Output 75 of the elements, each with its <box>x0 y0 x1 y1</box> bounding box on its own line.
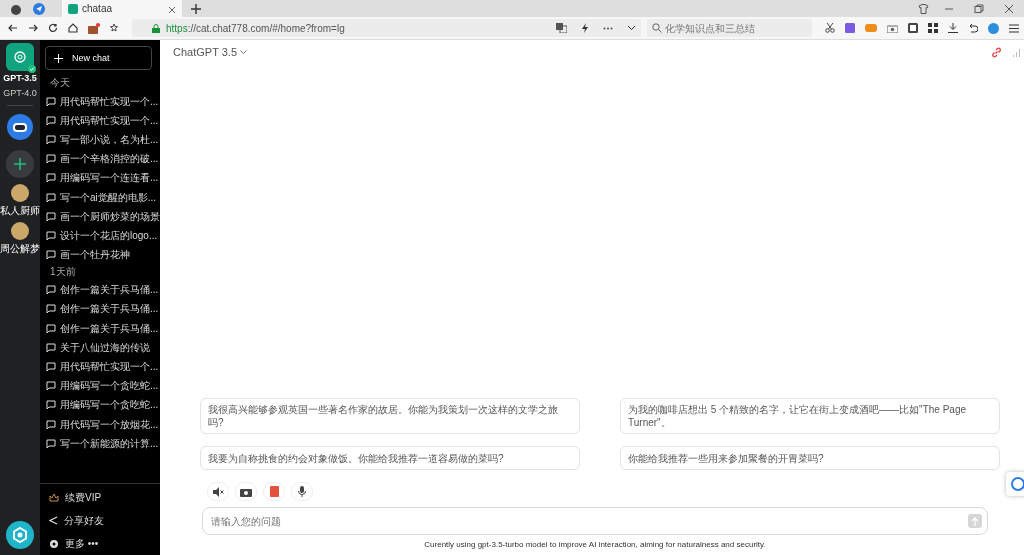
chat-item[interactable]: 用编码写一个贪吃蛇... <box>40 376 160 396</box>
agent-name[interactable]: 周公解梦 <box>0 242 40 256</box>
chat-bubble-icon <box>46 400 56 411</box>
chat-bubble-icon <box>46 211 56 222</box>
group-heading: 1天前 <box>49 264 77 279</box>
chat-bubble-icon <box>46 134 56 145</box>
plus-icon <box>54 53 63 63</box>
footer-menu-item[interactable]: 分享好友 <box>40 509 160 532</box>
chat-item[interactable]: 用代码帮忙实现一个... <box>40 357 160 377</box>
chat-bubble-icon <box>46 323 56 334</box>
chat-item[interactable]: 用代码写一个放烟花... <box>40 415 160 435</box>
model-option[interactable]: GPT-3.5 <box>3 43 37 83</box>
chat-item[interactable]: 画一个辛格消控的破... <box>40 149 160 169</box>
chat-item[interactable]: 创作一篇关于兵马俑... <box>40 319 160 339</box>
avatar-icon[interactable] <box>11 184 29 202</box>
chat-item[interactable]: 写一个ai觉醒的电影... <box>40 187 160 208</box>
chat-item[interactable]: 写一个新能源的计算... <box>40 434 160 454</box>
address-bar[interactable]: https://cat.chat778.com/#/home?from=lg <box>132 19 641 37</box>
model-option[interactable]: GPT-4.0 <box>3 88 37 98</box>
message-input[interactable]: 请输入您的问题 <box>202 507 988 535</box>
suggestion-card[interactable]: 为我的咖啡店想出 5 个精致的名字，让它在街上变成酒吧——比如"The Page Turner"。 <box>620 398 1000 434</box>
footer-menu-item[interactable]: 续费VIP <box>40 486 160 509</box>
chat-bubble-icon <box>46 362 56 373</box>
chat-bubble-icon <box>46 304 56 315</box>
microphone-icon[interactable] <box>291 482 313 501</box>
model-dropdown[interactable]: ChatGPT 3.5 <box>173 46 247 58</box>
group-heading: 今天 <box>49 76 71 90</box>
suggestion-card[interactable]: 我很高兴能够参观英国一些著名作家的故居。你能为我策划一次这样的文学之旅吗? <box>200 398 580 434</box>
new-chat-button[interactable]: New chat <box>45 46 152 70</box>
camera-icon[interactable] <box>235 482 257 501</box>
check-icon <box>28 65 36 73</box>
chat-item[interactable]: 用代码帮忙实现一个... <box>40 92 160 112</box>
chat-bubble-icon <box>46 285 56 296</box>
chat-bubble-icon <box>46 115 56 126</box>
robot-icon[interactable] <box>7 114 33 140</box>
chat-bubble-icon <box>46 250 56 261</box>
chat-item[interactable]: 关于八仙过海的传说 <box>40 338 160 358</box>
suggestion-card[interactable]: 你能给我推荐一些用来参加聚餐的开胃菜吗? <box>620 446 1000 470</box>
chat-bubble-icon <box>46 154 56 165</box>
chat-bubble-icon <box>46 342 56 353</box>
chat-item[interactable]: 设计一个花店的logo... <box>40 226 160 246</box>
chat-bubble-icon <box>46 230 56 241</box>
chat-item[interactable]: 用代码帮忙实现一个... <box>40 111 160 131</box>
chat-item[interactable]: 创作一篇关于兵马俑... <box>40 280 160 300</box>
lock-icon <box>152 23 160 33</box>
search-field[interactable]: 化学知识点和三总结 <box>647 19 812 37</box>
search-icon <box>652 23 662 33</box>
speaker-muted-icon[interactable] <box>207 482 229 501</box>
plus-icon <box>13 157 27 171</box>
chat-item[interactable]: 画一个牡丹花神 <box>40 245 160 265</box>
settings-icon[interactable] <box>6 521 34 549</box>
chat-item[interactable]: 用编码写一个连连看... <box>40 168 160 188</box>
suggestion-card[interactable]: 我要为自称挑食的约会对象做饭。你能给我推荐一道容易做的菜吗? <box>200 446 580 470</box>
chat-bubble-icon <box>46 192 56 203</box>
chat-bubble-icon <box>46 96 56 107</box>
gear-icon <box>49 538 59 549</box>
chat-item[interactable]: 写一部小说，名为杜... <box>40 130 160 150</box>
chat-bubble-icon <box>46 419 56 430</box>
crown-icon <box>49 493 59 502</box>
chat-item[interactable]: 画一个厨师炒菜的场景 <box>40 207 160 227</box>
share-icon <box>49 516 58 525</box>
chat-bubble-icon <box>46 438 56 449</box>
avatar-icon[interactable] <box>11 222 29 240</box>
chat-bubble-icon <box>46 173 56 184</box>
footnote: Curently using gpt-3.5-turbo model to improve AI interaction, aiming for naturalness and security. <box>423 539 767 551</box>
caret-icon <box>240 49 247 55</box>
footer-menu-item[interactable]: 更多 ••• <box>40 532 160 555</box>
chat-item[interactable]: 创作一篇关于兵马俑... <box>40 299 160 320</box>
favicon-icon <box>68 3 78 14</box>
chat-bubble-icon <box>46 381 56 392</box>
chat-item[interactable]: 用编码写一个贪吃蛇... <box>40 395 160 415</box>
browser-tab[interactable]: chataa <box>62 0 182 17</box>
agent-name[interactable]: 私人厨师 <box>0 204 40 218</box>
openai-logo-icon <box>6 43 34 71</box>
add-agent-button[interactable] <box>6 150 34 178</box>
